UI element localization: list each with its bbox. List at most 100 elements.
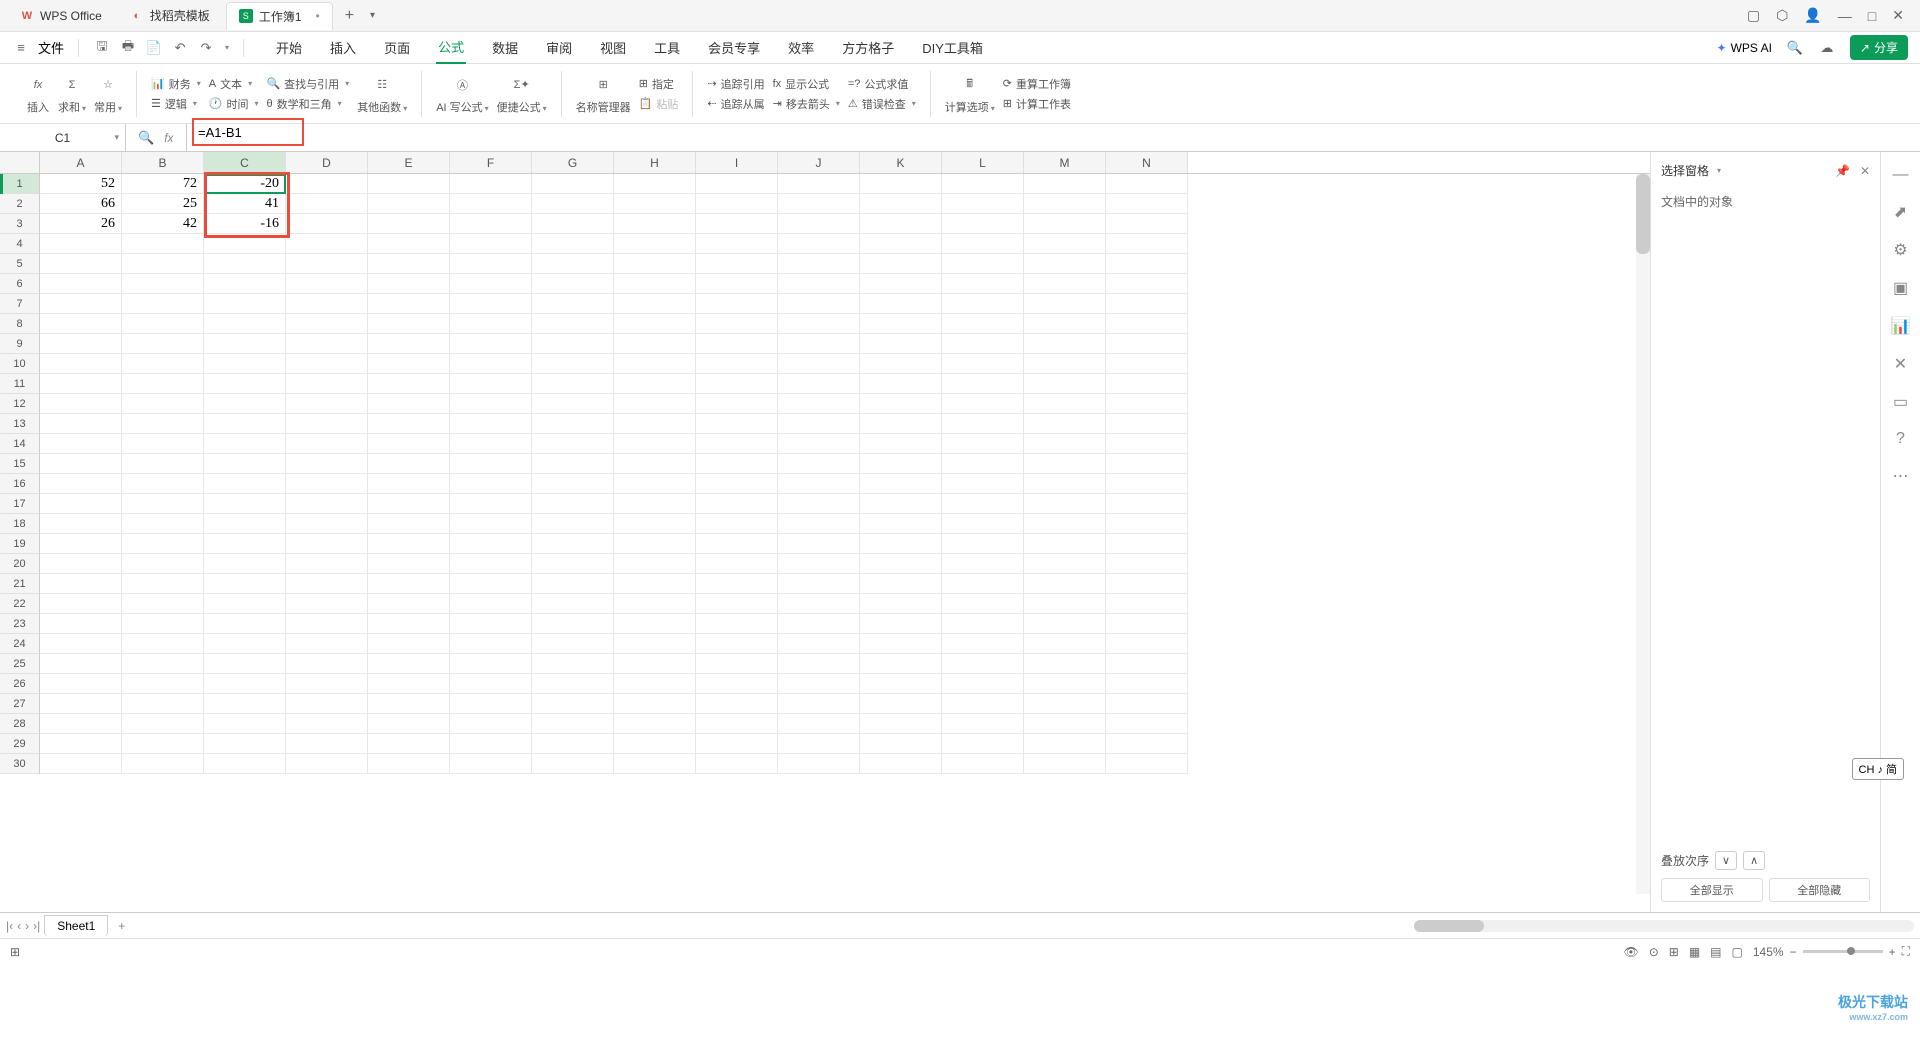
row-header[interactable]: 24: [0, 634, 40, 654]
cell[interactable]: [40, 494, 122, 514]
menu-tab-efficiency[interactable]: 效率: [786, 32, 816, 63]
zoom-value[interactable]: 145%: [1753, 945, 1784, 959]
cell[interactable]: [942, 734, 1024, 754]
cell[interactable]: [778, 694, 860, 714]
row-header[interactable]: 4: [0, 234, 40, 254]
cell[interactable]: 26: [40, 214, 122, 234]
cell[interactable]: [204, 234, 286, 254]
cell[interactable]: [122, 694, 204, 714]
cell[interactable]: [40, 514, 122, 534]
row-header[interactable]: 10: [0, 354, 40, 374]
cell[interactable]: [532, 734, 614, 754]
cell[interactable]: [614, 514, 696, 534]
cell[interactable]: [778, 294, 860, 314]
cell[interactable]: [122, 314, 204, 334]
redo-icon[interactable]: ↷: [197, 39, 215, 57]
cell[interactable]: [450, 214, 532, 234]
fullscreen-icon[interactable]: ⛶: [1902, 944, 1910, 959]
cell[interactable]: [696, 614, 778, 634]
cell[interactable]: [860, 374, 942, 394]
cell[interactable]: [204, 474, 286, 494]
cell[interactable]: [1024, 494, 1106, 514]
cell[interactable]: [942, 534, 1024, 554]
cell[interactable]: [532, 234, 614, 254]
menu-tab-ffgz[interactable]: 方方格子: [840, 32, 896, 63]
cell[interactable]: [696, 234, 778, 254]
spreadsheet[interactable]: ABCDEFGHIJKLMN 1234567891011121314151617…: [0, 152, 1650, 912]
cell[interactable]: [614, 494, 696, 514]
cell[interactable]: [368, 614, 450, 634]
search-icon[interactable]: 🔍: [1786, 39, 1804, 57]
cell[interactable]: [204, 754, 286, 774]
cell[interactable]: [1024, 274, 1106, 294]
cell[interactable]: [860, 674, 942, 694]
cell[interactable]: [532, 454, 614, 474]
cell[interactable]: [532, 314, 614, 334]
cell[interactable]: [942, 674, 1024, 694]
cell[interactable]: [942, 594, 1024, 614]
cell[interactable]: [860, 634, 942, 654]
cell[interactable]: [286, 274, 368, 294]
fx-label-icon[interactable]: fx: [164, 131, 173, 145]
cell[interactable]: [778, 274, 860, 294]
cell[interactable]: [204, 654, 286, 674]
cell[interactable]: [368, 194, 450, 214]
cell[interactable]: [778, 334, 860, 354]
cell[interactable]: [942, 174, 1024, 194]
cell[interactable]: [1024, 594, 1106, 614]
cell[interactable]: [614, 394, 696, 414]
cell[interactable]: [40, 374, 122, 394]
cell[interactable]: [532, 594, 614, 614]
cell[interactable]: [1106, 314, 1188, 334]
cell[interactable]: [614, 414, 696, 434]
cell[interactable]: [614, 214, 696, 234]
collapse-icon[interactable]: —: [1893, 166, 1909, 184]
cell[interactable]: [532, 494, 614, 514]
cell[interactable]: [696, 254, 778, 274]
cell[interactable]: [204, 394, 286, 414]
cell[interactable]: [1106, 514, 1188, 534]
cell[interactable]: [860, 234, 942, 254]
print-preview-icon[interactable]: 📄: [145, 39, 163, 57]
col-header-C[interactable]: C: [204, 152, 286, 173]
help-icon[interactable]: ?: [1896, 430, 1905, 448]
cell[interactable]: [1106, 394, 1188, 414]
cell[interactable]: [532, 534, 614, 554]
ribbon-paste[interactable]: 📋粘贴: [639, 96, 679, 112]
cell[interactable]: [286, 474, 368, 494]
cell[interactable]: [1106, 454, 1188, 474]
cell[interactable]: [860, 594, 942, 614]
zoom-out-icon[interactable]: −: [1790, 945, 1797, 959]
menu-tab-data[interactable]: 数据: [490, 32, 520, 63]
wps-ai-button[interactable]: ✦ WPS AI: [1717, 41, 1772, 55]
cell[interactable]: [368, 294, 450, 314]
cell[interactable]: [778, 314, 860, 334]
cell[interactable]: [532, 634, 614, 654]
cell[interactable]: [286, 494, 368, 514]
cell[interactable]: [286, 594, 368, 614]
cell[interactable]: [368, 494, 450, 514]
ribbon-name-mgr[interactable]: ⊞ 名称管理器: [576, 73, 631, 115]
tool-icon[interactable]: ✕: [1894, 354, 1907, 374]
cell[interactable]: [532, 554, 614, 574]
cell[interactable]: [122, 514, 204, 534]
col-header-F[interactable]: F: [450, 152, 532, 173]
cell[interactable]: [532, 434, 614, 454]
cell[interactable]: [942, 454, 1024, 474]
cell[interactable]: [614, 654, 696, 674]
cell[interactable]: [368, 714, 450, 734]
menu-tab-page[interactable]: 页面: [382, 32, 412, 63]
cell[interactable]: [1106, 194, 1188, 214]
cell[interactable]: [286, 514, 368, 534]
tab-templates[interactable]: ◐ 找稻壳模板: [118, 2, 222, 30]
cell[interactable]: [696, 314, 778, 334]
cell[interactable]: [368, 594, 450, 614]
cell[interactable]: [614, 434, 696, 454]
cell[interactable]: [122, 294, 204, 314]
cell[interactable]: [860, 354, 942, 374]
cell[interactable]: [1106, 334, 1188, 354]
cell[interactable]: [1024, 694, 1106, 714]
ribbon-time[interactable]: 🕐时间▾: [209, 96, 259, 112]
cell[interactable]: [40, 714, 122, 734]
cell[interactable]: 66: [40, 194, 122, 214]
